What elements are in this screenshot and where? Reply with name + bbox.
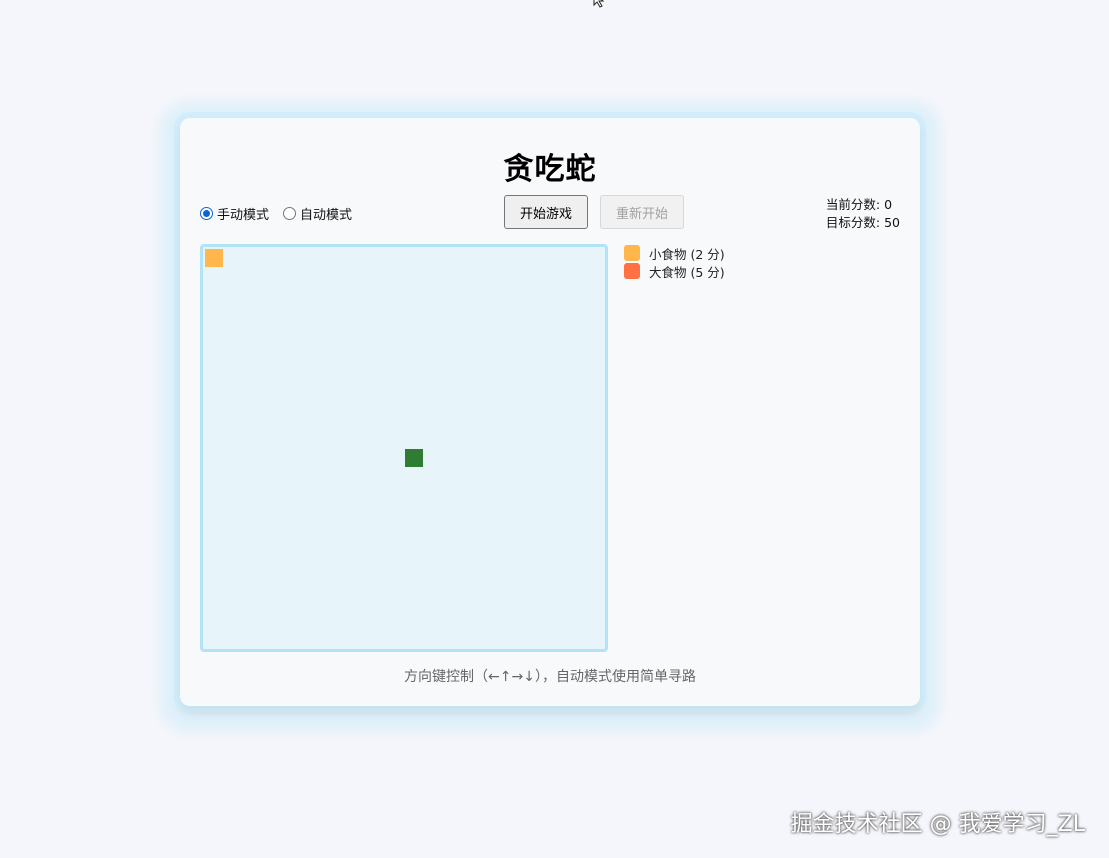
big-food-swatch: [624, 263, 640, 279]
legend-big-food-label: 大食物 (5 分): [649, 264, 725, 280]
small-food: [205, 249, 223, 267]
restart-button[interactable]: 重新开始: [600, 195, 684, 229]
legend-small-food-label: 小食物 (2 分): [649, 246, 725, 262]
mode-auto-option[interactable]: 自动模式: [283, 204, 352, 223]
score-panel: 当前分数: 0 目标分数: 50: [826, 196, 900, 232]
mode-manual-radio[interactable]: [200, 207, 213, 220]
snake-head: [405, 449, 423, 467]
mode-selector: 手动模式 自动模式: [200, 204, 366, 223]
start-game-button[interactable]: 开始游戏: [504, 195, 588, 229]
mode-auto-label: 自动模式: [300, 208, 353, 223]
watermark: 掘金技术社区 @ 我爱学习_ZL: [790, 812, 1085, 837]
target-score: 目标分数: 50: [825, 215, 900, 230]
current-score: 当前分数: 0: [825, 197, 893, 212]
mouse-cursor-icon: [593, 0, 605, 8]
page-title: 贪吃蛇: [503, 152, 597, 187]
mode-manual-option[interactable]: 手动模式: [200, 204, 269, 223]
legend-item-small-food: 小食物 (2 分): [624, 244, 725, 262]
food-legend: 小食物 (2 分) 大食物 (5 分): [624, 244, 725, 280]
mode-auto-radio[interactable]: [283, 207, 297, 220]
game-card: 贪吃蛇 手动模式 自动模式 开始游戏 重新开始 当前分数: 0 目标分数: 50…: [180, 118, 920, 706]
mode-manual-label: 手动模式: [217, 208, 270, 223]
small-food-swatch: [624, 245, 640, 261]
game-board[interactable]: [200, 244, 608, 652]
legend-item-big-food: 大食物 (5 分): [624, 262, 725, 280]
controls-hint: 方向键控制（←↑→↓），自动模式使用简单寻路: [404, 669, 696, 685]
